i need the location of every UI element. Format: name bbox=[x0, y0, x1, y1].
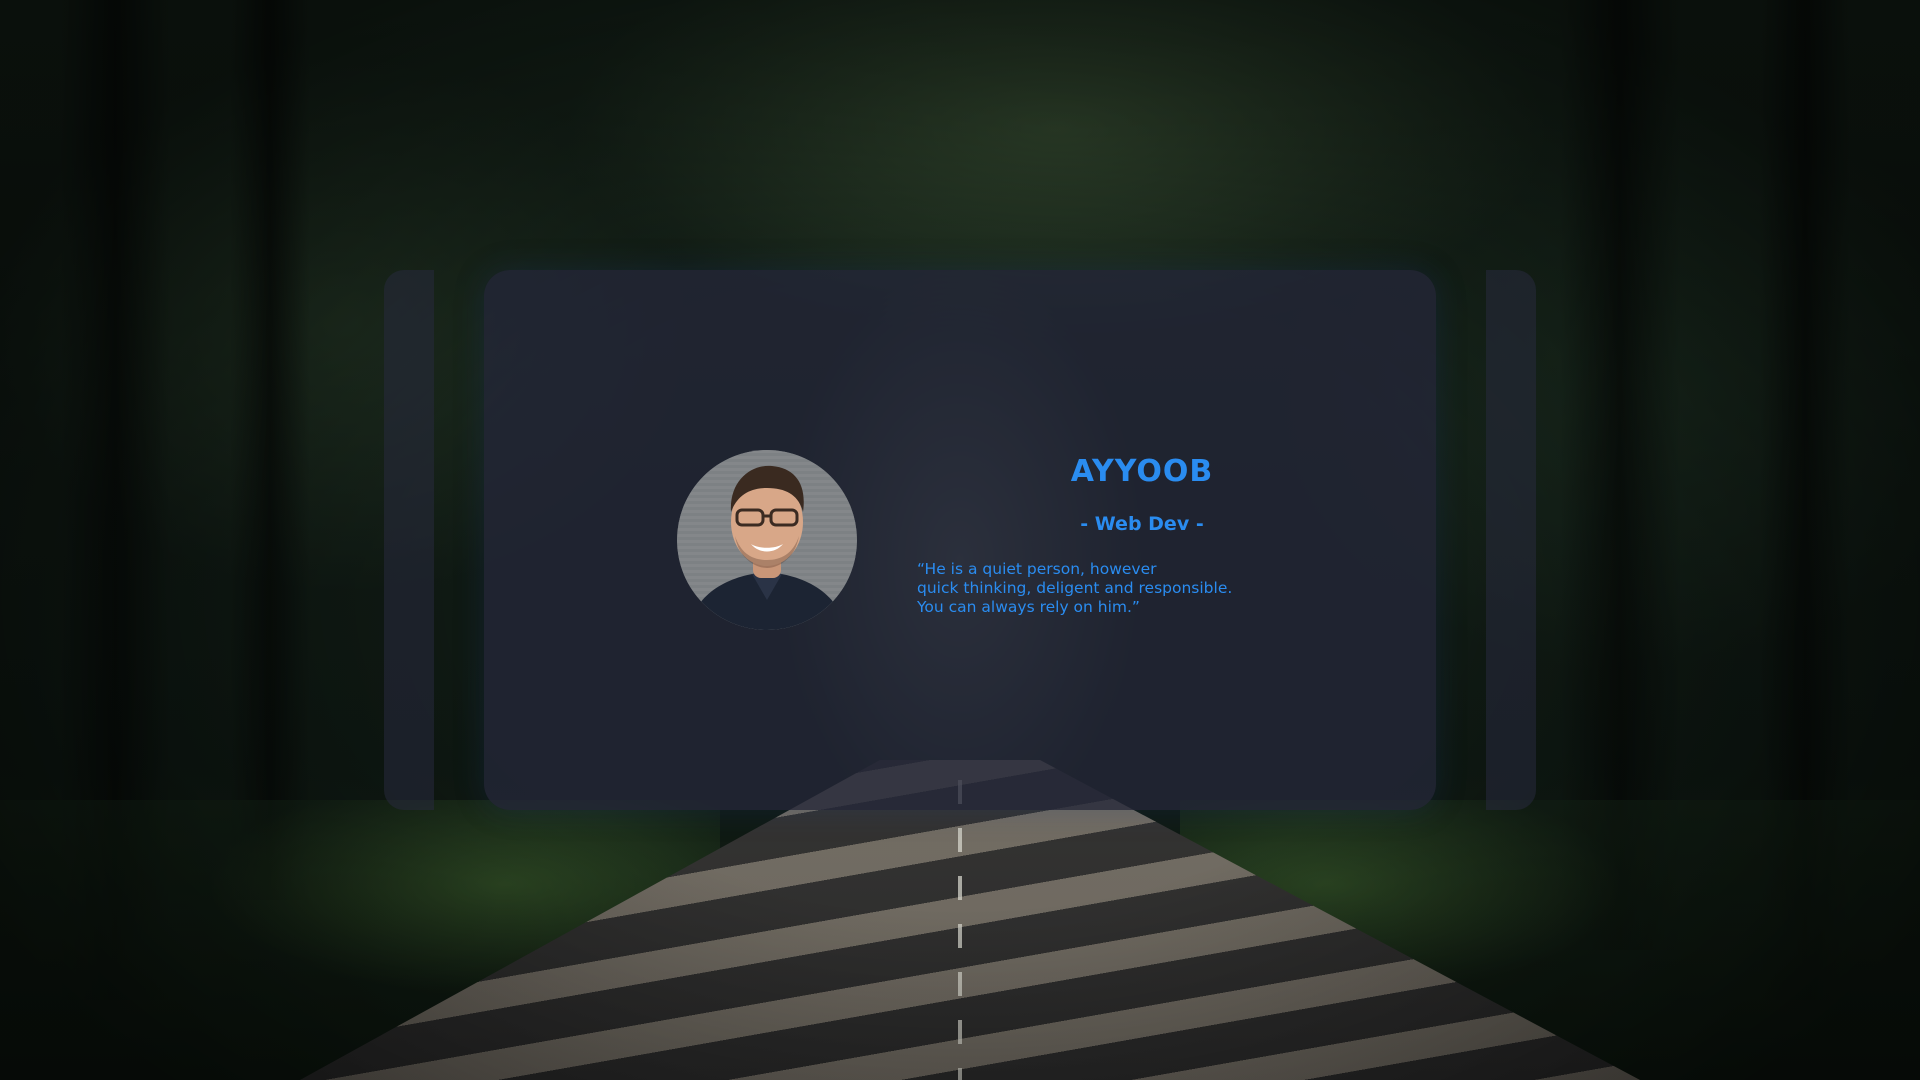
profile-card: AYYOOB - Web Dev - “He is a quiet person… bbox=[484, 270, 1436, 810]
profile-name: AYYOOB bbox=[1070, 454, 1214, 489]
profile-role: - Web Dev - bbox=[1080, 513, 1204, 535]
profile-content: AYYOOB - Web Dev - “He is a quiet person… bbox=[917, 450, 1367, 617]
avatar bbox=[677, 450, 857, 630]
carousel-prev-card[interactable] bbox=[384, 270, 434, 810]
profile-quote: “He is a quiet person, however quick thi… bbox=[917, 560, 1233, 616]
carousel-next-card[interactable] bbox=[1486, 270, 1536, 810]
portrait-photo-icon bbox=[677, 450, 857, 630]
background-scene: AYYOOB - Web Dev - “He is a quiet person… bbox=[0, 0, 1920, 1080]
